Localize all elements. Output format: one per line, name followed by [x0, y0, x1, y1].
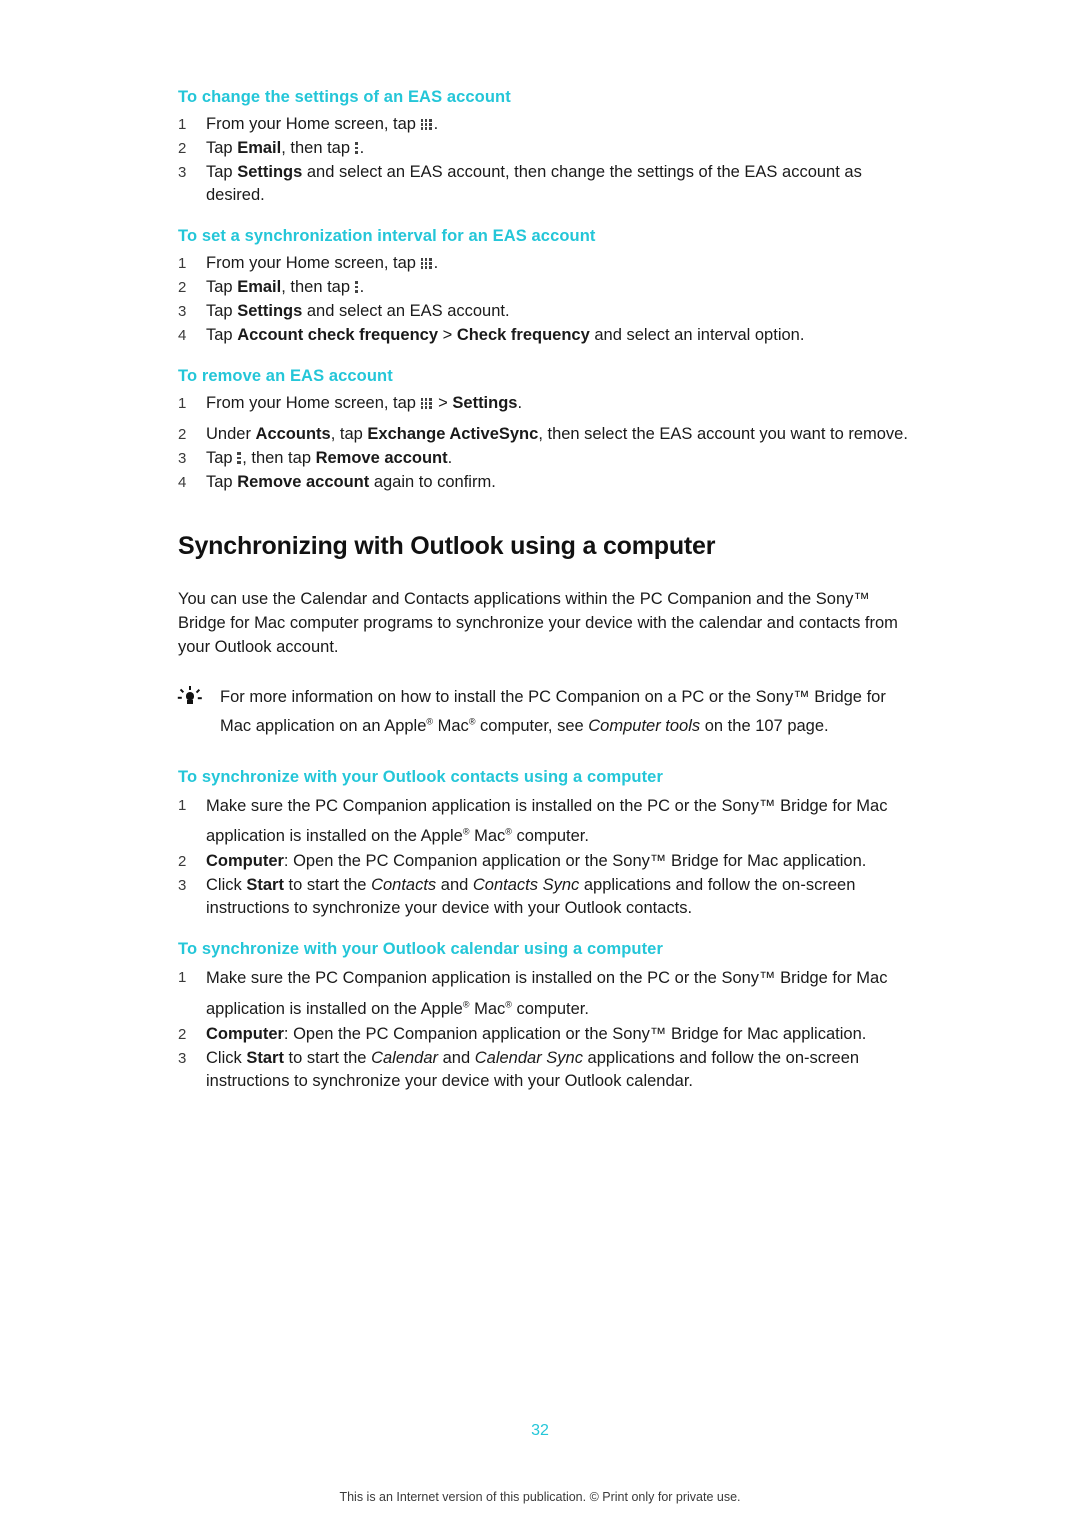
step-text: From your Home screen, tap . — [206, 115, 439, 133]
list-item: 1 Make sure the PC Companion application… — [178, 793, 908, 850]
step-list: 1 Make sure the PC Companion application… — [178, 793, 908, 921]
tip-note: For more information on how to install t… — [177, 685, 908, 738]
step-list: 1 From your Home screen, tap > Settings.… — [178, 392, 908, 494]
list-item: 3 Tap , then tap Remove account. — [178, 447, 908, 470]
list-item: 1 From your Home screen, tap > Settings. — [178, 392, 908, 415]
page-content: To change the settings of an EAS account… — [177, 88, 908, 1113]
step-number: 3 — [178, 877, 187, 894]
step-text: Tap Account check frequency > Check freq… — [206, 326, 805, 344]
step-text: Tap Settings and select an EAS account. — [206, 302, 510, 320]
document-page: To change the settings of an EAS account… — [0, 0, 1080, 1527]
step-text: Tap Settings and select an EAS account, … — [206, 163, 862, 204]
page-title: Synchronizing with Outlook using a compu… — [178, 532, 716, 560]
list-item: 3 Click Start to start the Calendar and … — [178, 1047, 908, 1093]
step-list: 1 From your Home screen, tap . 2 Tap Ema… — [178, 252, 908, 347]
step-text: Tap Remove account again to confirm. — [206, 473, 496, 491]
page-footer: This is an Internet version of this publ… — [339, 1490, 741, 1504]
section-heading: To synchronize with your Outlook calenda… — [178, 940, 663, 958]
step-number: 1 — [178, 796, 187, 814]
step-number: 1 — [178, 116, 187, 133]
step-number: 3 — [178, 1049, 187, 1067]
step-number: 3 — [178, 303, 187, 320]
step-list: 1 Make sure the PC Companion application… — [178, 965, 908, 1093]
section-heading: To synchronize with your Outlook contact… — [178, 767, 663, 786]
step-text: Make sure the PC Companion application i… — [206, 796, 888, 846]
section-sync-outlook-contacts: To synchronize with your Outlook contact… — [178, 768, 908, 921]
list-item: 3 Tap Settings and select an EAS account… — [178, 161, 908, 207]
list-item: 2 Computer: Open the PC Companion applic… — [178, 1023, 908, 1046]
page-number: 32 — [531, 1422, 549, 1439]
step-text: Tap Email, then tap . — [206, 139, 365, 157]
list-item: 2 Computer: Open the PC Companion applic… — [178, 850, 908, 873]
list-item: 4 Tap Account check frequency > Check fr… — [178, 324, 908, 347]
step-text: Click Start to start the Contacts and Co… — [206, 876, 856, 917]
grid-icon — [420, 119, 434, 130]
step-number: 4 — [178, 474, 187, 491]
step-text: Under Accounts, tap Exchange ActiveSync,… — [206, 425, 908, 443]
step-text: From your Home screen, tap . — [206, 254, 439, 272]
step-number: 4 — [178, 327, 187, 344]
section-change-eas-settings: To change the settings of an EAS account… — [178, 88, 908, 207]
section-sync-outlook-calendar: To synchronize with your Outlook calenda… — [178, 940, 908, 1093]
list-item: 1 From your Home screen, tap . — [178, 252, 908, 275]
list-item: 1 From your Home screen, tap . — [178, 113, 908, 136]
dots-icon — [354, 142, 360, 155]
grid-icon — [420, 258, 434, 269]
step-text: Tap Email, then tap . — [206, 278, 365, 296]
step-number: 1 — [178, 255, 187, 272]
list-item: 4 Tap Remove account again to confirm. — [178, 471, 908, 494]
dots-icon — [237, 452, 242, 465]
section-heading: To remove an EAS account — [178, 367, 393, 385]
step-number: 1 — [178, 395, 187, 412]
chapter-intro: You can use the Calendar and Contacts ap… — [178, 590, 898, 656]
list-item: 2 Under Accounts, tap Exchange ActiveSyn… — [178, 423, 908, 446]
step-number: 2 — [178, 140, 187, 157]
tip-text: For more information on how to install t… — [220, 688, 886, 735]
list-item: 2 Tap Email, then tap . — [178, 137, 908, 160]
step-text: Click Start to start the Calendar and Ca… — [206, 1048, 860, 1090]
step-text: Computer: Open the PC Companion applicat… — [206, 852, 867, 870]
step-list: 1 From your Home screen, tap . 2 Tap Ema… — [178, 113, 908, 207]
step-number: 1 — [178, 969, 187, 986]
step-text: Tap , then tap Remove account. — [206, 449, 453, 467]
step-text: From your Home screen, tap > Settings. — [206, 394, 523, 412]
list-item: 2 Tap Email, then tap . — [178, 276, 908, 299]
section-sync-interval-eas: To set a synchronization interval for an… — [178, 227, 908, 347]
grid-icon — [420, 398, 434, 409]
step-text: Make sure the PC Companion application i… — [206, 969, 888, 1018]
step-number: 2 — [178, 1025, 187, 1043]
step-number: 2 — [178, 426, 187, 443]
step-number: 2 — [178, 853, 187, 870]
list-item: 3 Click Start to start the Contacts and … — [178, 874, 908, 920]
section-heading: To change the settings of an EAS account — [178, 88, 511, 106]
dots-icon — [354, 281, 360, 294]
step-number: 3 — [178, 164, 187, 181]
section-remove-eas-account: To remove an EAS account 1 From your Hom… — [178, 367, 908, 494]
list-item: 1 Make sure the PC Companion application… — [178, 965, 908, 1022]
list-item: 3 Tap Settings and select an EAS account… — [178, 300, 908, 323]
step-text: Computer: Open the PC Companion applicat… — [206, 1024, 867, 1043]
step-number: 3 — [178, 450, 187, 467]
step-number: 2 — [178, 279, 187, 296]
lightbulb-icon — [177, 686, 202, 707]
section-heading: To set a synchronization interval for an… — [178, 227, 596, 245]
